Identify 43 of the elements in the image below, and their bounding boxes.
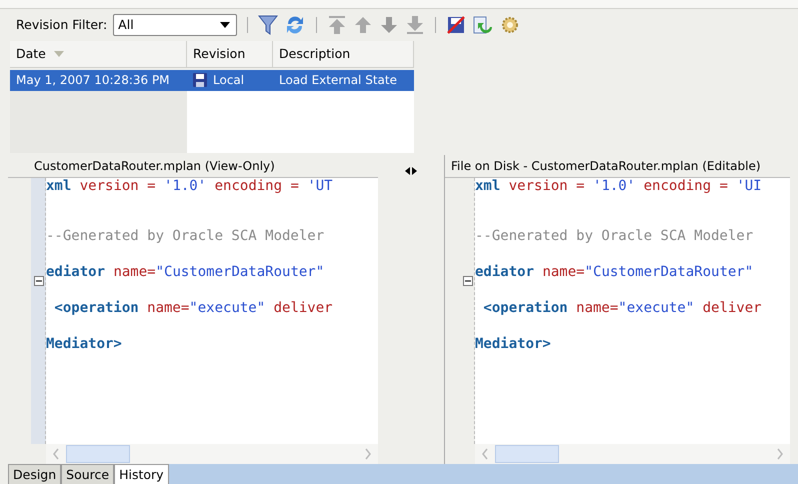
scroll-thumb[interactable]	[495, 445, 559, 463]
editor-tab[interactable]: Design	[8, 464, 62, 484]
collapse-icon[interactable]	[34, 276, 44, 286]
column-header[interactable]: Revision	[187, 40, 273, 68]
code-line: xml version = '1.0' encoding = 'UT	[46, 178, 333, 196]
editor-tab[interactable]: History	[114, 464, 169, 484]
column-header[interactable]: Description	[273, 40, 414, 68]
scroll-thumb[interactable]	[66, 445, 130, 463]
document-arrow-icon[interactable]	[472, 14, 494, 35]
code-line: <operation name="execute" deliver	[53, 300, 333, 318]
crossed-disk-icon[interactable]	[446, 14, 466, 35]
sort-arrow-icon	[54, 50, 64, 57]
arrow-to-bottom-icon[interactable]	[405, 14, 426, 35]
collapse-icon[interactable]	[463, 276, 473, 286]
code-line: --Generated by Oracle SCA Modeler	[475, 228, 754, 246]
scroll-left-icon[interactable]	[481, 448, 489, 460]
editor-tab[interactable]: Source	[61, 464, 114, 484]
arrow-down-icon[interactable]	[379, 14, 400, 35]
description-cell-text: Load External State	[278, 73, 398, 88]
code-line: ediator name="CustomerDataRouter"	[475, 264, 754, 282]
horizontal-scrollbar[interactable]	[475, 444, 790, 464]
filter-icon[interactable]	[258, 14, 278, 36]
caret-icon	[220, 22, 230, 28]
filter-label: Revision Filter:	[16, 17, 108, 32]
scroll-right-icon[interactable]	[776, 448, 784, 460]
scroll-left-icon[interactable]	[52, 448, 60, 460]
code-line: Mediator>	[475, 336, 551, 354]
column-header[interactable]: Date	[10, 40, 187, 68]
scroll-right-icon[interactable]	[364, 448, 372, 460]
date-cell-text: May 1, 2007 10:28:36 PM	[15, 73, 171, 88]
arrow-to-top-icon[interactable]	[327, 14, 348, 35]
revision-cell: Local	[213, 73, 244, 88]
code-line: <operation name="execute" deliver	[482, 300, 762, 318]
left-right-arrows-icon[interactable]	[405, 166, 417, 175]
revision-filter-dropdown[interactable]: All	[113, 14, 238, 36]
code-line: --Generated by Oracle SCA Modeler	[46, 228, 324, 246]
code-line: Mediator>	[46, 336, 122, 354]
gear-icon[interactable]	[500, 14, 520, 35]
code-line: xml version = '1.0' encoding = 'UI	[475, 178, 762, 196]
code-line: ediator name="CustomerDataRouter"	[46, 264, 324, 282]
history-row[interactable]: May 1, 2007 10:28:36 PM Local Load External State	[10, 70, 414, 91]
arrow-up-icon[interactable]	[353, 14, 374, 35]
horizontal-scrollbar[interactable]	[46, 444, 378, 464]
